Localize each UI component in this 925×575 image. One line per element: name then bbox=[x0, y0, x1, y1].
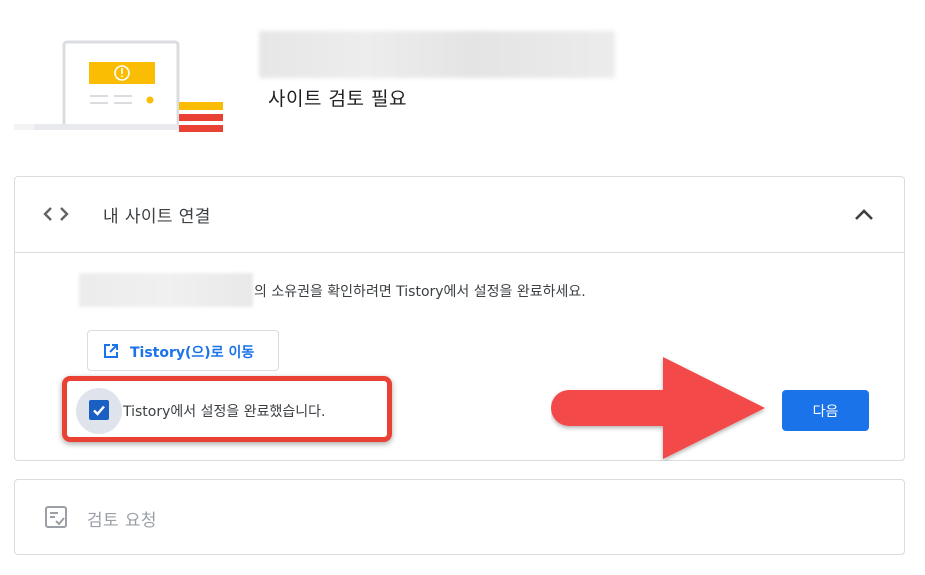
go-to-tistory-button[interactable]: Tistory(으)로 이동 bbox=[87, 330, 279, 371]
page-title: 사이트 검토 필요 bbox=[268, 88, 407, 110]
code-icon bbox=[43, 207, 69, 221]
review-request-title: 검토 요청 bbox=[87, 511, 157, 531]
annotation-arrow-icon bbox=[551, 357, 765, 459]
review-request-card[interactable]: 검토 요청 bbox=[14, 479, 905, 555]
go-to-tistory-label: Tistory(으)로 이동 bbox=[130, 345, 255, 361]
connect-site-card: 내 사이트 연결 의 소유권을 확인하려면 Tistory에서 설정을 완료하세… bbox=[14, 176, 905, 461]
blurred-site-name bbox=[259, 31, 615, 78]
connect-site-header[interactable]: 내 사이트 연결 bbox=[15, 177, 904, 253]
setup-complete-checkbox[interactable] bbox=[89, 400, 109, 420]
checkmark-icon bbox=[93, 405, 105, 416]
ownership-description: 의 소유권을 확인하려면 Tistory에서 설정을 완료하세요. bbox=[254, 284, 586, 300]
blurred-domain bbox=[79, 273, 253, 307]
review-checklist-icon bbox=[45, 506, 67, 528]
setup-complete-label[interactable]: Tistory에서 설정을 완료했습니다. bbox=[123, 401, 325, 421]
laptop-warning-illustration bbox=[14, 40, 223, 132]
connect-site-title: 내 사이트 연결 bbox=[103, 207, 211, 227]
chevron-up-icon[interactable] bbox=[852, 203, 876, 227]
next-button[interactable]: 다음 bbox=[782, 390, 869, 431]
open-in-new-icon bbox=[104, 344, 118, 358]
